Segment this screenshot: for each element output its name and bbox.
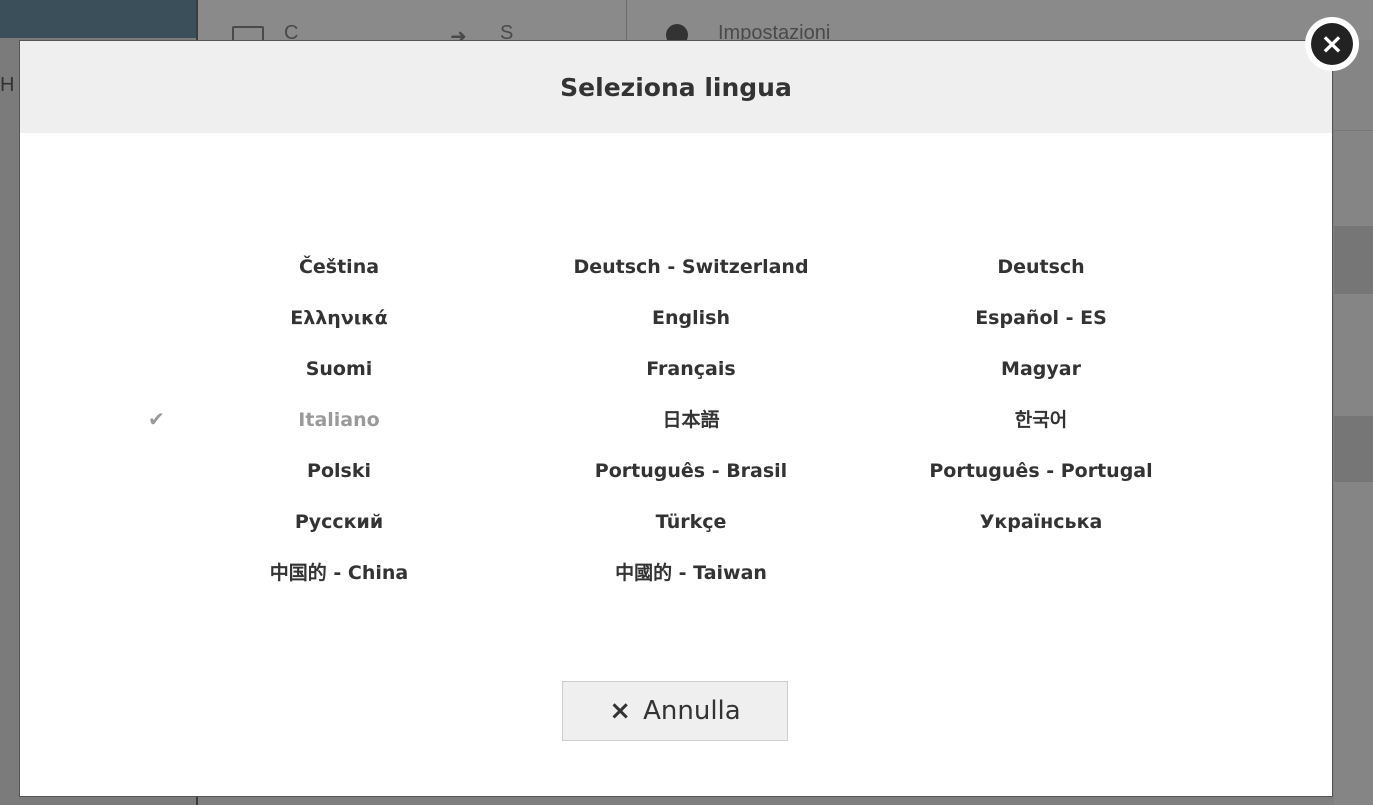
language-option-tr[interactable]: Türkçe — [561, 510, 821, 534]
language-option-el[interactable]: Ελληνικά — [209, 306, 469, 330]
language-option-fr[interactable]: Français — [561, 357, 821, 381]
language-row: Suomi Français Magyar — [20, 357, 1332, 408]
language-option-ko[interactable]: 한국어 — [911, 408, 1171, 432]
language-option-de[interactable]: Deutsch — [911, 255, 1171, 279]
background-side-letter: H — [0, 74, 15, 96]
language-row: Polski Português - Brasil Português - Po… — [20, 459, 1332, 510]
language-option-zh-tw[interactable]: 中國的 - Taiwan — [561, 561, 821, 585]
language-option-ja[interactable]: 日本語 — [561, 408, 821, 432]
background-content-strip — [1334, 40, 1373, 805]
cancel-label: Annulla — [643, 696, 741, 726]
language-row: ✔ Italiano 日本語 한국어 — [20, 408, 1332, 459]
language-dialog: Seleziona lingua Čeština Deutsch - Switz… — [19, 40, 1333, 797]
language-option-uk[interactable]: Українська — [911, 510, 1171, 534]
language-option-ru[interactable]: Русский — [209, 510, 469, 534]
cancel-button[interactable]: × Annulla — [562, 681, 788, 741]
language-option-cs[interactable]: Čeština — [209, 255, 469, 279]
language-option-it-selected[interactable]: Italiano — [209, 408, 469, 432]
close-x-icon: × — [609, 696, 632, 726]
language-option-hu[interactable]: Magyar — [911, 357, 1171, 381]
language-option-pt-pt[interactable]: Português - Portugal — [911, 459, 1171, 483]
language-option-pt-br[interactable]: Português - Brasil — [561, 459, 821, 483]
language-option-en[interactable]: English — [561, 306, 821, 330]
x-circle-icon: × — [1311, 23, 1353, 65]
language-option-pl[interactable]: Polski — [209, 459, 469, 483]
language-option-es[interactable]: Español - ES — [911, 306, 1171, 330]
language-row: Ελληνικά English Español - ES — [20, 306, 1332, 357]
language-option-zh-cn[interactable]: 中国的 - China — [209, 561, 469, 585]
dialog-header: Seleziona lingua — [20, 41, 1332, 133]
language-option-fi[interactable]: Suomi — [209, 357, 469, 381]
checkmark-icon: ✔ — [148, 409, 165, 431]
background-divider-2 — [626, 0, 627, 40]
background-sidebar-header — [0, 0, 196, 38]
language-grid: Čeština Deutsch - Switzerland Deutsch Ελ… — [20, 255, 1332, 612]
dialog-title: Seleziona lingua — [560, 72, 792, 102]
language-option-de-ch[interactable]: Deutsch - Switzerland — [561, 255, 821, 279]
language-row: 中国的 - China 中國的 - Taiwan — [20, 561, 1332, 612]
close-dialog-button[interactable]: × — [1305, 17, 1359, 71]
language-row: Русский Türkçe Українська — [20, 510, 1332, 561]
language-row: Čeština Deutsch - Switzerland Deutsch — [20, 255, 1332, 306]
